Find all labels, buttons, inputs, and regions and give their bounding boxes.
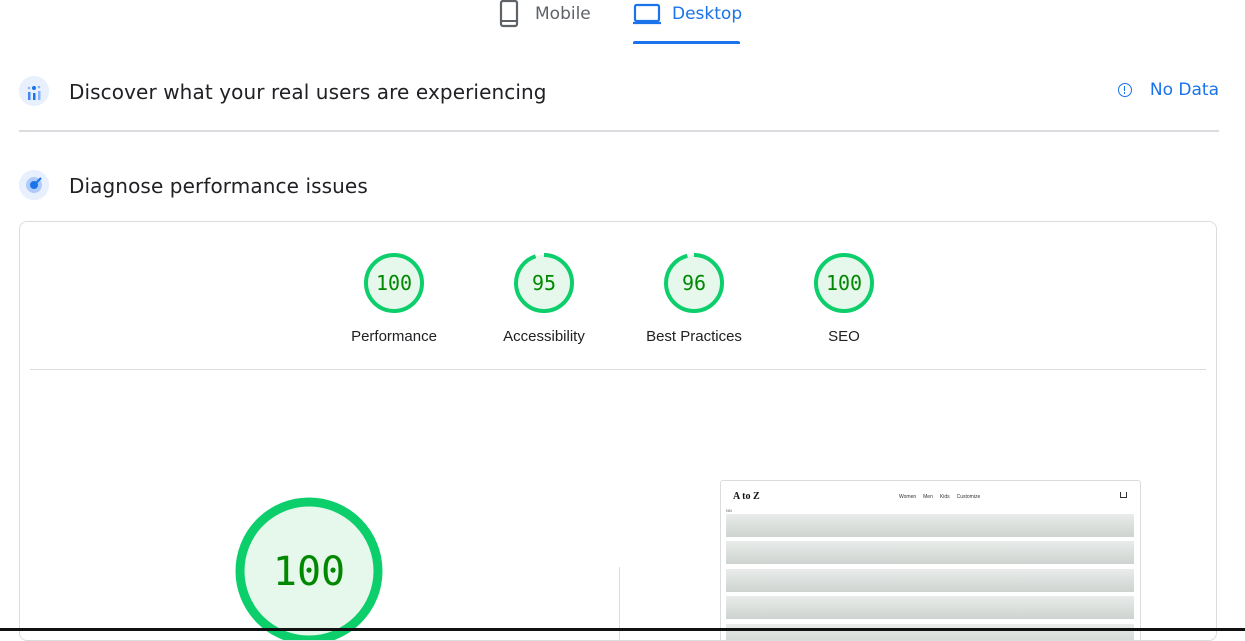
info-icon — [1117, 83, 1132, 97]
gauge-performance[interactable]: 100 Performance — [334, 252, 454, 345]
screenshot-banner — [726, 624, 1134, 640]
screenshot-nav-item: Men — [923, 494, 933, 500]
screenshot-banner — [726, 596, 1134, 619]
page-screenshot: A to Z Women Men Kids Customize NN — [720, 480, 1141, 640]
phone-icon — [498, 0, 520, 33]
screenshot-nav-item: Women — [899, 494, 917, 500]
diagnose-title: Diagnose performance issues — [69, 174, 368, 198]
active-tab-indicator — [633, 41, 740, 44]
screenshot-subtext: NN — [726, 508, 732, 513]
gauge-ring: 96 — [664, 253, 724, 313]
score-gauges: 100 Performance 95 Accessibility 96 Best… — [20, 222, 1216, 370]
field-data-section: Discover what your real users are experi… — [19, 72, 1219, 132]
diagnose-section: Diagnose performance issues — [19, 166, 1219, 206]
screenshot-nav-item: Kids — [939, 494, 950, 500]
laptop-icon — [632, 0, 662, 31]
lighthouse-icon — [19, 170, 49, 200]
tab-mobile-label: Mobile — [535, 4, 591, 24]
gauge-label: Performance — [351, 328, 437, 345]
gauge-ring: 95 — [514, 253, 574, 313]
gauge-score: 96 — [682, 271, 706, 295]
big-gauge-score: 100 — [273, 549, 345, 595]
gauge-best-practices[interactable]: 96 Best Practices — [634, 252, 754, 345]
crux-chart-icon — [19, 76, 49, 106]
screenshot-banner — [726, 541, 1134, 564]
no-data-link[interactable]: No Data — [1117, 80, 1219, 100]
gauge-score: 100 — [376, 271, 412, 295]
gauge-score: 100 — [826, 271, 862, 295]
gauge-label: SEO — [828, 328, 860, 345]
performance-big-gauge: 100 — [234, 496, 384, 640]
tab-desktop-label: Desktop — [672, 4, 743, 24]
cart-icon — [1120, 492, 1127, 498]
gauge-score: 95 — [532, 271, 556, 295]
field-data-title: Discover what your real users are experi… — [69, 80, 547, 104]
gauge-label: Best Practices — [646, 328, 742, 345]
tab-mobile[interactable]: Mobile — [498, 0, 598, 44]
lighthouse-report: 100 Performance 95 Accessibility 96 Best… — [19, 221, 1217, 641]
gauge-ring: 100 — [814, 253, 874, 313]
screenshot-banner — [726, 514, 1134, 537]
screenshot-header: A to Z Women Men Kids Customize — [721, 481, 1140, 507]
gauge-label: Accessibility — [503, 328, 585, 345]
no-data-label: No Data — [1149, 80, 1219, 100]
gauge-ring: 100 — [364, 253, 424, 313]
tab-desktop[interactable]: Desktop — [632, 0, 742, 44]
device-tabs: Mobile Desktop — [0, 0, 1245, 46]
screenshot-nav-item: Customize — [956, 494, 981, 500]
report-divider — [30, 369, 1206, 370]
screenshot-logo: A to Z — [733, 491, 760, 502]
gauge-accessibility[interactable]: 95 Accessibility — [484, 252, 604, 345]
screenshot-banner — [726, 569, 1134, 592]
gauge-seo[interactable]: 100 SEO — [784, 252, 904, 345]
screenshot-nav: Women Men Kids Customize — [899, 494, 980, 500]
